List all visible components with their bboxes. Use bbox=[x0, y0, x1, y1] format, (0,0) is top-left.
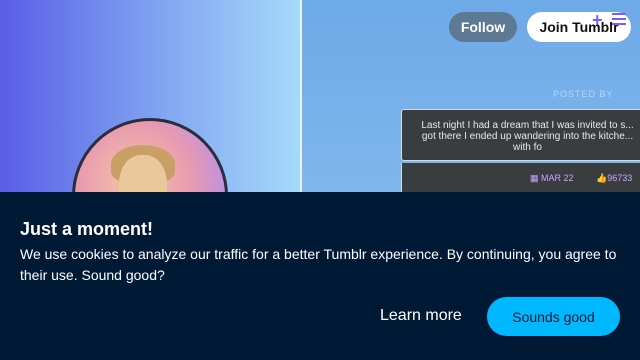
cookie-title: Just a moment! bbox=[20, 219, 154, 239]
post-likes-count: 96733 bbox=[607, 173, 633, 183]
learn-more-link[interactable]: Learn more bbox=[380, 307, 462, 325]
post-likes[interactable]: 👍96733 bbox=[596, 173, 632, 184]
follow-button[interactable]: Follow bbox=[449, 12, 517, 42]
plus-icon[interactable]: + bbox=[592, 10, 603, 31]
menu-icon[interactable] bbox=[612, 13, 626, 28]
thumbs-up-icon: 👍 bbox=[596, 173, 608, 183]
post-body: Last night I had a dream that I was invi… bbox=[401, 109, 640, 161]
calendar-icon: ▦ bbox=[530, 173, 539, 183]
sounds-good-button[interactable]: Sounds good bbox=[487, 297, 620, 336]
post-date[interactable]: ▦ MAR 22 bbox=[530, 173, 574, 184]
cookie-message: We use cookies to analyze our traffic fo… bbox=[20, 246, 617, 283]
posted-by-label: POSTED BY bbox=[553, 89, 614, 99]
post-date-text: MAR 22 bbox=[541, 173, 574, 183]
